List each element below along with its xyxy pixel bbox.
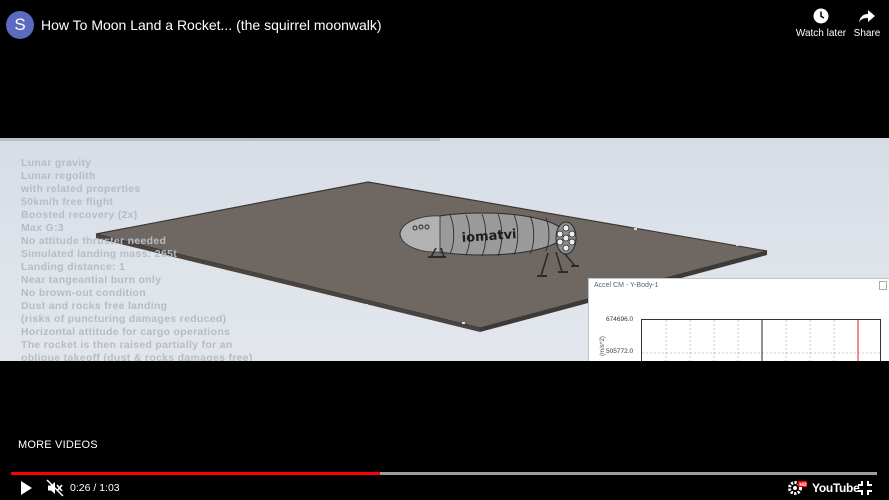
note-line: oblique takeoff (dust & rocks damages fr… xyxy=(21,352,253,361)
note-line: Simulated landing mass: 265t xyxy=(21,248,178,260)
channel-avatar[interactable]: S xyxy=(6,11,34,39)
share-arrow-icon xyxy=(859,10,875,23)
note-line: Near tangeantial burn only xyxy=(21,274,162,286)
note-line: The rocket is then raised partially for … xyxy=(21,339,233,351)
share-button[interactable]: Share xyxy=(850,8,884,39)
y-axis-unit: (m/s^2) xyxy=(599,336,606,356)
note-line: (risks of puncturing damages reduced) xyxy=(21,313,227,325)
plot-grid xyxy=(642,320,882,361)
y-tick-label: 505772.0 xyxy=(606,348,634,355)
video-frame[interactable]: iomatvi Lunar gravity Lunar regolith wit… xyxy=(0,138,889,361)
note-line: Lunar gravity xyxy=(21,157,92,169)
plot-title: Accel CM - Y-Body-1 xyxy=(594,282,659,289)
note-line: Lunar regolith xyxy=(21,170,96,182)
muted-speaker-icon[interactable] xyxy=(46,479,64,497)
note-line: Max G:3 xyxy=(21,222,64,234)
note-line: No attitude thruster needed xyxy=(21,235,167,247)
note-line: Landing distance: 1 xyxy=(21,261,126,273)
play-icon[interactable] xyxy=(17,479,35,497)
plot-close-icon xyxy=(879,281,887,290)
y-tick-label: 674696.0 xyxy=(606,316,634,323)
clock-icon xyxy=(813,8,829,24)
note-line: with related properties xyxy=(21,183,141,195)
note-line: Dust and rocks free landing xyxy=(21,300,168,312)
svg-text:HD: HD xyxy=(799,482,807,488)
note-line: 50km/h free flight xyxy=(21,196,114,208)
youtube-logo-text: YouTube xyxy=(812,481,860,495)
more-videos-button[interactable]: MORE VIDEOS xyxy=(18,439,98,451)
exit-fullscreen-icon[interactable] xyxy=(857,480,873,496)
note-line: Horizontal attitude for cargo operations xyxy=(21,326,231,338)
acceleration-plot-window: Accel CM - Y-Body-1 674696.0 505772.0 (m… xyxy=(588,278,889,361)
watch-later-button[interactable]: Watch later xyxy=(794,8,848,39)
note-line: Boosted recovery (2x) xyxy=(21,209,138,221)
simulation-notes: Lunar gravity Lunar regolith with relate… xyxy=(21,157,253,361)
settings-gear-icon[interactable]: HD xyxy=(787,480,807,496)
video-title[interactable]: How To Moon Land a Rocket... (the squirr… xyxy=(41,17,382,33)
top-bar: S How To Moon Land a Rocket... (the squi… xyxy=(0,0,889,52)
progress-bar[interactable] xyxy=(11,472,877,475)
plot-area xyxy=(641,319,882,361)
watch-later-label: Watch later xyxy=(795,28,847,39)
time-display: 0:26 / 1:03 xyxy=(70,482,120,494)
played-bar xyxy=(11,472,380,475)
note-line: No brown-out condition xyxy=(21,287,146,299)
share-label: Share xyxy=(853,28,881,39)
